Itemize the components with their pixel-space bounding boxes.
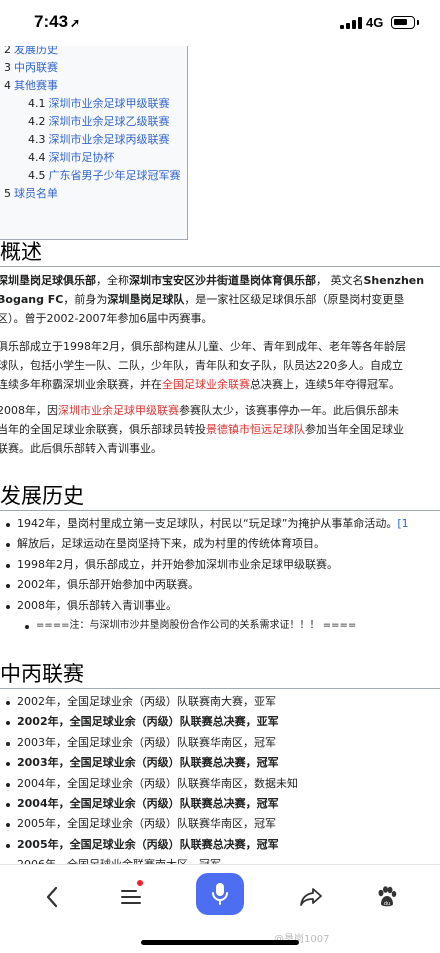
toc-link[interactable]: 深圳市足协杯 [49,149,115,167]
list-item: 2003年，全国足球业余（丙级）队联赛总决赛，冠军 [0,753,298,773]
back-icon[interactable] [40,877,64,917]
list-item: 解放后，足球运动在垦岗坚持下来，成为村里的传统体育项目。 [0,534,409,554]
toc-link[interactable]: 深圳市业余足球乙级联赛 [49,113,170,131]
voice-search-button[interactable] [196,873,244,915]
list-item: 2002年，全国足球业余（丙级）队联赛总决赛，亚军 [0,712,298,732]
status-bar: 7:43 ➚ 4G [0,0,440,46]
link-shenzhen-league-a[interactable]: 深圳市业余足球甲级联赛 [58,404,179,417]
toc-item[interactable]: 4.3 深圳市业余足球丙级联赛 [4,131,187,149]
table-of-contents: 2 发展历史 3 中丙联赛 4 其他赛事 4.1 深圳市业余足球甲级联赛 4.2 深圳市业余足球乙… [0,38,188,240]
toc-link[interactable]: 中丙联赛 [14,59,58,77]
reference-link[interactable]: [1 [397,517,408,530]
list-item: 2004年，全国足球业余（丙级）队联赛华南区，数据未知 [0,774,298,794]
battery-icon [391,16,419,29]
list-item: 2008年，俱乐部转入青训事业。 [0,596,409,616]
toc-item[interactable]: 4 其他赛事 [4,77,187,95]
league-results-list: 2002年，全国足球业余（丙级）队联赛南大赛，亚军 2002年，全国足球业余（丙级… [0,692,298,868]
link-jingdezhen-hengyuan[interactable]: 景德镇市恒远足球队 [206,423,305,436]
section-heading-league: 中丙联赛 [0,662,84,686]
toc-number: 4.4 [28,151,46,164]
history-list: 1942年，垦岗村里成立第一支足球队，村民以“玩足球”为掩护从事革命活动。[1 … [0,514,409,636]
toc-link[interactable]: 深圳市业余足球丙级联赛 [49,131,170,149]
history-note: ====注：与深圳市沙井垦岗股份合作公司的关系需求证！！！ ==== [0,616,409,636]
toc-link[interactable]: 球员名单 [14,185,58,203]
toc-item[interactable]: 4.2 深圳市业余足球乙级联赛 [4,113,187,131]
toc-number: 4.2 [28,115,46,128]
list-item: 2003年，全国足球业余（丙级）队联赛华南区，冠军 [0,733,298,753]
list-item: 2005年，全国足球业余（丙级）队联赛总决赛，冠军 [0,835,298,855]
toc-item[interactable]: 4.1 深圳市业余足球甲级联赛 [4,95,187,113]
toc-number: 4.1 [28,97,46,110]
location-arrow-icon: ➚ [70,16,81,30]
list-item: 1998年2月，俱乐部成立，并开始参加深圳市业余足球甲级联赛。 [0,555,409,575]
toc-number: 4.3 [28,133,46,146]
toc-item[interactable]: 5 球员名单 [4,185,187,203]
share-icon[interactable] [298,877,324,917]
toc-link[interactable]: 深圳市业余足球甲级联赛 [49,95,170,113]
cellular-signal-icon [340,17,362,29]
article-content: 2 发展历史 3 中丙联赛 4 其他赛事 4.1 深圳市业余足球甲级联赛 4.2 深圳市业余足球乙… [0,38,440,868]
network-type: 4G [366,15,384,30]
home-indicator[interactable] [141,940,299,945]
link-national-amateur-league[interactable]: 全国足球业余联赛 [162,378,250,391]
baidu-paw-icon[interactable]: du [374,877,400,917]
section-divider [0,266,440,267]
list-item: 2005年，全国足球业余（丙级）队联赛华南区，冠军 [0,814,298,834]
toc-item[interactable]: 4.5 广东省男子少年足球冠军赛 [4,167,187,185]
overview-paragraph-1: 深圳垦岗足球俱乐部，全称深圳市宝安区沙井街道垦岗体育俱乐部， 英文名Shenzh… [0,271,440,328]
overview-paragraph-3: 2008年，因深圳市业余足球甲级联赛参赛队太少，该赛事停办一年。此后俱乐部未 当… [0,404,404,455]
list-item: 2002年，俱乐部开始参加中丙联赛。 [0,575,409,595]
club-full-name: 深圳市宝安区沙井街道垦岗体育俱乐部 [129,274,316,287]
toc-link[interactable]: 广东省男子少年足球冠军赛 [49,167,181,185]
toc-number: 3 [4,61,11,74]
list-item: 1942年，垦岗村里成立第一支足球队，村民以“玩足球”为掩护从事革命活动。[1 [0,514,409,534]
toc-number: 4 [4,79,11,92]
section-divider [0,688,440,689]
toc-link[interactable]: 其他赛事 [14,77,58,95]
status-time: 7:43 ➚ [34,12,81,31]
svg-text:du: du [384,901,390,907]
toc-item[interactable]: 3 中丙联赛 [4,59,187,77]
toc-number: 4.5 [28,169,46,182]
toc-number: 5 [4,187,11,200]
section-heading-history: 发展历史 [0,484,84,508]
list-item: 2004年，全国足球业余（丙级）队联赛总决赛，冠军 [0,794,298,814]
section-divider [0,510,440,511]
microphone-icon [212,883,228,905]
club-name: 深圳垦岗足球俱乐部 [0,274,96,287]
notification-dot [137,880,143,886]
toc-item[interactable]: 4.4 深圳市足协杯 [4,149,187,167]
overview-paragraph-2: 俱乐部成立于1998年2月，俱乐部构建从儿童、少年、青年到成年、老年等各年龄层 … [0,340,406,391]
list-item: 2002年，全国足球业余（丙级）队联赛南大赛，亚军 [0,692,298,712]
section-heading-overview: 概述 [0,240,42,264]
